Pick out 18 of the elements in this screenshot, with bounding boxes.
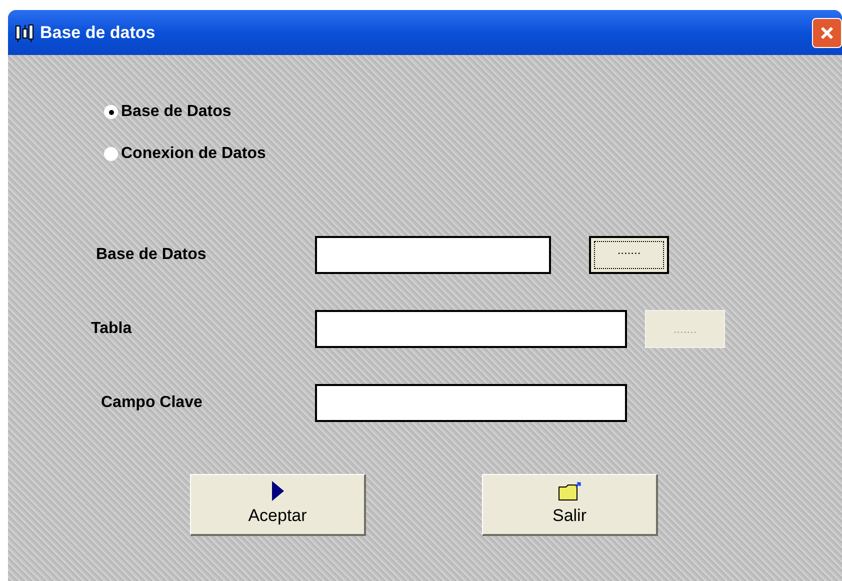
radio-label[interactable]: Conexion de Datos <box>121 142 266 166</box>
play-icon <box>272 480 284 501</box>
text-field[interactable] <box>315 236 551 274</box>
accept-button[interactable]: Aceptar <box>190 474 366 536</box>
close-button[interactable] <box>812 18 842 48</box>
field-label: Campo Clave <box>100 393 204 413</box>
close-icon <box>819 24 835 40</box>
text-field[interactable] <box>315 384 627 422</box>
folder-icon <box>558 480 582 501</box>
radio-button[interactable] <box>104 105 118 119</box>
browse-button[interactable]: ....... <box>589 236 669 274</box>
exit-button[interactable]: Salir <box>482 474 658 536</box>
field-label: Base de Datos <box>95 245 208 265</box>
radio-button[interactable] <box>104 147 118 161</box>
text-field[interactable] <box>315 310 627 348</box>
window-title: Base de datos <box>40 22 156 44</box>
radio-label[interactable]: Base de Datos <box>121 100 232 124</box>
field-label: Tabla <box>90 319 133 339</box>
